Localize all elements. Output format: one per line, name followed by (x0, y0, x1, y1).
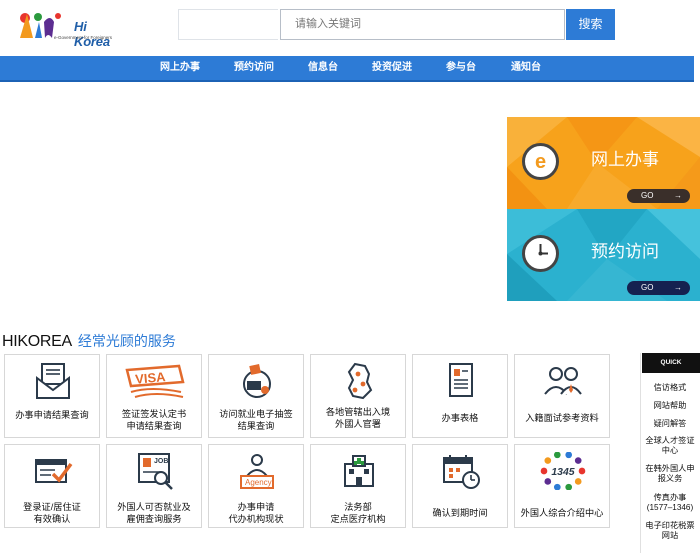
logo-subtitle: e-Government for Foreigners (54, 35, 113, 40)
service-tile-immigration-offices[interactable]: 各地管辖出入境 外國人官署 (310, 354, 406, 438)
quick-menu: QUICK 信访格式 网站帮助 疑问解答 全球人才签证 中心 在韩外国人申 报义务 … (640, 353, 700, 553)
people-icon (544, 367, 582, 395)
quick-item-global-talent-center[interactable]: 全球人才签证 中心 (641, 436, 699, 456)
envelope-doc-icon (36, 363, 70, 399)
service-tile-employment-lottery[interactable]: 访问就业电子抽签 结果查询 (208, 354, 304, 438)
service-label: 办事表格 (441, 413, 479, 423)
service-tile-naturalization-interview[interactable]: 入籍面试参考资料 (514, 354, 610, 438)
hospital-icon (344, 455, 374, 487)
main-nav: 网上办事 预约访问 信息台 投资促进 参与台 通知台 (0, 56, 694, 82)
search-scope-field[interactable] (178, 9, 278, 40)
korea-map-icon (347, 362, 373, 400)
form-doc-icon (449, 363, 473, 397)
go-label: GO (641, 191, 654, 200)
quick-item-fax-service[interactable]: 传真办事 (1577–1346) (641, 493, 699, 513)
service-tile-employment-inquiry[interactable]: JOB 外国人可否就业及 雇佣查询服务 (106, 444, 202, 528)
visa-stamp-icon: VISA (125, 364, 185, 398)
online-service-banner[interactable]: e 网上办事 GO → (507, 117, 700, 209)
arrow-right-icon: → (674, 191, 682, 200)
e-icon: e (522, 143, 559, 180)
nav-item-investment[interactable]: 投资促进 (372, 56, 412, 80)
hikorea-logo[interactable]: Hi Korea e-Government for Foreigners (18, 8, 118, 49)
service-label: 办事申请 代办机构现状 (228, 502, 284, 524)
quick-item-site-help[interactable]: 网站帮助 (641, 401, 699, 411)
service-label: 办事申请结果查询 (15, 410, 89, 420)
service-label: 入籍面试参考资料 (525, 413, 599, 423)
service-label: 法务部 定点医疗机构 (330, 502, 386, 524)
go-label: GO (641, 283, 654, 292)
visa-text: VISA (135, 369, 167, 387)
job-search-icon: JOB (138, 453, 173, 490)
quick-menu-header: QUICK (642, 353, 700, 373)
search-input[interactable]: 请输入关键词 (280, 9, 565, 40)
visit-reservation-banner[interactable]: 预约访问 GO → (507, 209, 700, 301)
quick-item-report-obligation[interactable]: 在韩外国人申 报义务 (641, 464, 699, 484)
banner-go-button[interactable]: GO → (627, 281, 690, 295)
service-label: 外国人综合介绍中心 (520, 508, 604, 518)
service-tile-expiry-check[interactable]: 确认到期时间 (412, 444, 508, 528)
arrow-right-icon: → (674, 283, 682, 292)
service-tile-visa-certificate[interactable]: VISA 签证签发认定书 申请结果查询 (106, 354, 202, 438)
banner-title: 预约访问 (591, 242, 659, 262)
header: Hi Korea e-Government for Foreigners 请输入… (0, 0, 700, 56)
clock-icon (522, 235, 559, 272)
center-number-text: 1345 (551, 467, 574, 478)
search-button[interactable]: 搜索 (566, 9, 615, 40)
service-label: 访问就业电子抽签 结果查询 (219, 409, 293, 431)
nav-item-info-desk[interactable]: 信息台 (308, 56, 338, 80)
service-label: 外国人可否就业及 雇佣查询服务 (117, 502, 191, 524)
frequent-services-heading: HIKOREA 经常光顾的服务 (2, 331, 176, 351)
agency-icon: Agency (240, 454, 274, 489)
quick-item-petition-format[interactable]: 信访格式 (641, 383, 699, 393)
nav-item-participation[interactable]: 参与台 (446, 56, 476, 80)
svg-text:e: e (535, 151, 546, 173)
quick-item-faq[interactable]: 疑问解答 (641, 419, 699, 429)
service-tile-application-result[interactable]: 办事申请结果查询 (4, 354, 100, 438)
agency-text: Agency (245, 478, 272, 487)
section-title-en: HIKOREA (2, 333, 72, 350)
nav-item-visit-reservation[interactable]: 预约访问 (234, 56, 274, 80)
service-tile-medical-institutions[interactable]: 法务部 定点医疗机构 (310, 444, 406, 528)
service-label: 签证签发认定书 申请结果查询 (121, 409, 187, 431)
service-tile-agency-status[interactable]: Agency 办事申请 代办机构现状 (208, 444, 304, 528)
quick-item-e-revenue-stamp[interactable]: 电子印花税票 网站 (641, 521, 699, 541)
service-tile-forms[interactable]: 办事表格 (412, 354, 508, 438)
banner-go-button[interactable]: GO → (627, 189, 690, 203)
service-label: 各地管辖出入境 外國人官署 (325, 407, 391, 429)
calendar-icon (443, 455, 480, 489)
service-tile-residence-card-check[interactable]: 登录证/居住证 有效确认 (4, 444, 100, 528)
job-text: JOB (154, 458, 168, 465)
service-tile-immigration-contact-center[interactable]: 1345 外国人综合介绍中心 (514, 444, 610, 528)
section-title-cn: 经常光顾的服务 (77, 333, 176, 349)
id-card-check-icon (35, 459, 73, 483)
logo-wordmark: Hi Korea (74, 19, 110, 49)
nav-item-notice[interactable]: 通知台 (511, 56, 541, 80)
service-label: 确认到期时间 (432, 508, 488, 518)
banner-title: 网上办事 (591, 150, 659, 170)
call-center-1345-icon: 1345 (540, 452, 586, 490)
service-label: 登录证/居住证 有效确认 (23, 502, 81, 524)
lottery-icon (243, 364, 271, 398)
nav-item-online-service[interactable]: 网上办事 (160, 56, 200, 80)
